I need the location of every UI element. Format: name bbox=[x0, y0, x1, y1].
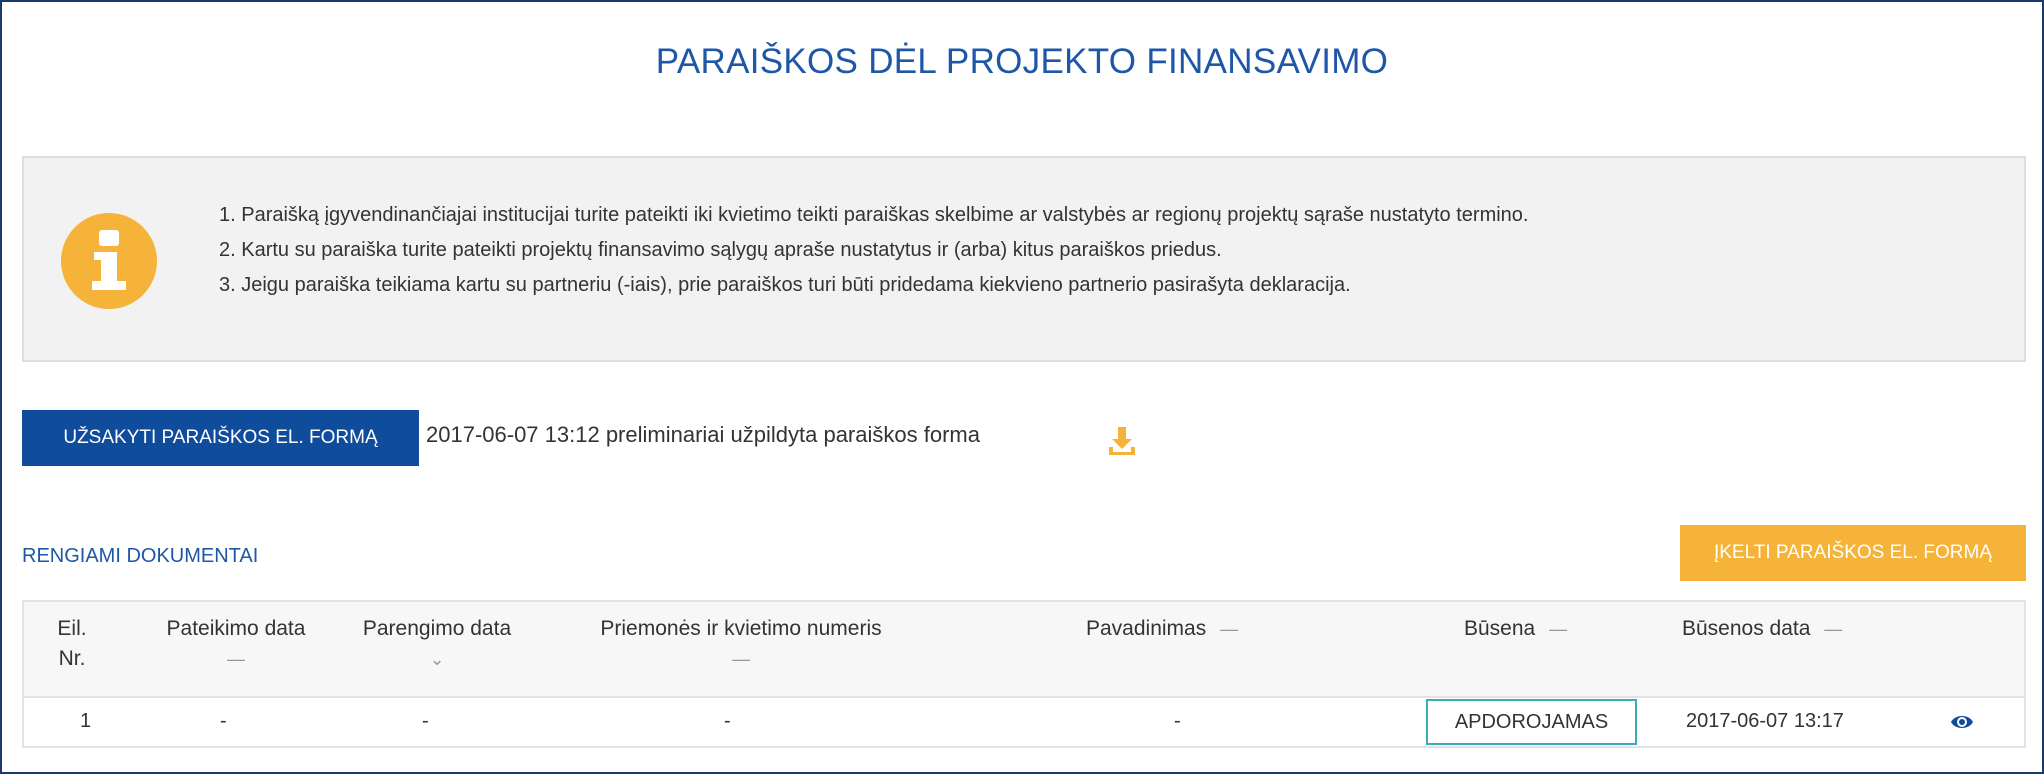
header-name[interactable]: Pavadinimas — bbox=[1086, 614, 1238, 644]
order-form-button[interactable]: UŽSAKYTI PARAIŠKOS EL. FORMĄ bbox=[22, 410, 419, 466]
header-prepared[interactable]: Parengimo data ⌄ bbox=[338, 614, 536, 674]
header-nr-line1: Eil. bbox=[57, 617, 87, 640]
header-status-label: Būsena bbox=[1464, 617, 1536, 640]
info-icon bbox=[61, 213, 157, 309]
cell-name: - bbox=[1174, 710, 1181, 732]
header-submitted[interactable]: Pateikimo data — bbox=[138, 614, 334, 674]
table-header: Eil. Nr. Pateikimo data — Parengimo data… bbox=[24, 602, 2024, 698]
download-icon[interactable] bbox=[1106, 425, 1138, 457]
header-status[interactable]: Būsena — bbox=[1464, 614, 1567, 644]
cell-submitted: - bbox=[220, 710, 227, 732]
sort-dash-icon[interactable]: — bbox=[732, 644, 750, 674]
sort-dash-icon[interactable]: — bbox=[227, 644, 245, 674]
cell-measure: - bbox=[724, 710, 731, 732]
header-status-date[interactable]: Būsenos data — bbox=[1682, 614, 1842, 644]
header-measure[interactable]: Priemonės ir kvietimo numeris — bbox=[548, 614, 934, 674]
info-item-3: 3. Jeigu paraiška teikiama kartu su part… bbox=[219, 274, 1351, 296]
eye-icon[interactable] bbox=[1950, 710, 1974, 734]
header-name-label: Pavadinimas bbox=[1086, 617, 1207, 640]
cell-prepared: - bbox=[422, 710, 429, 732]
header-nr[interactable]: Eil. Nr. bbox=[52, 614, 92, 674]
documents-table: Eil. Nr. Pateikimo data — Parengimo data… bbox=[22, 600, 2026, 748]
header-prepared-label: Parengimo data bbox=[362, 617, 512, 640]
prefilled-form-text: 2017-06-07 13:12 preliminariai užpildyta… bbox=[426, 422, 980, 447]
cell-nr: 1 bbox=[80, 710, 92, 732]
section-label: RENGIAMI DOKUMENTAI bbox=[22, 545, 259, 567]
info-box: 1. Paraišką įgyvendinančiajai institucij… bbox=[22, 156, 2026, 362]
info-list: 1. Paraišką įgyvendinančiajai institucij… bbox=[219, 198, 1528, 303]
header-submitted-label: Pateikimo data bbox=[166, 617, 306, 640]
sort-dash-icon[interactable]: — bbox=[1549, 614, 1567, 644]
upload-form-button[interactable]: ĮKELTI PARAIŠKOS EL. FORMĄ bbox=[1680, 525, 2026, 581]
info-item-2: 2. Kartu su paraiška turite pateikti pro… bbox=[219, 239, 1222, 261]
sort-dash-icon[interactable]: — bbox=[1824, 614, 1842, 644]
cell-status-date: 2017-06-07 13:17 bbox=[1686, 710, 1844, 732]
status-badge: APDOROJAMAS bbox=[1426, 699, 1637, 745]
info-item-1: 1. Paraišką įgyvendinančiajai institucij… bbox=[219, 204, 1529, 226]
sort-dash-icon[interactable]: — bbox=[1220, 614, 1238, 644]
chevron-down-icon[interactable]: ⌄ bbox=[429, 644, 444, 674]
header-measure-label: Priemonės ir kvietimo numeris bbox=[600, 617, 882, 640]
header-nr-line2: Nr. bbox=[58, 647, 86, 670]
page-title: PARAIŠKOS DĖL PROJEKTO FINANSAVIMO bbox=[655, 42, 1389, 81]
header-status-date-label: Būsenos data bbox=[1682, 617, 1811, 640]
